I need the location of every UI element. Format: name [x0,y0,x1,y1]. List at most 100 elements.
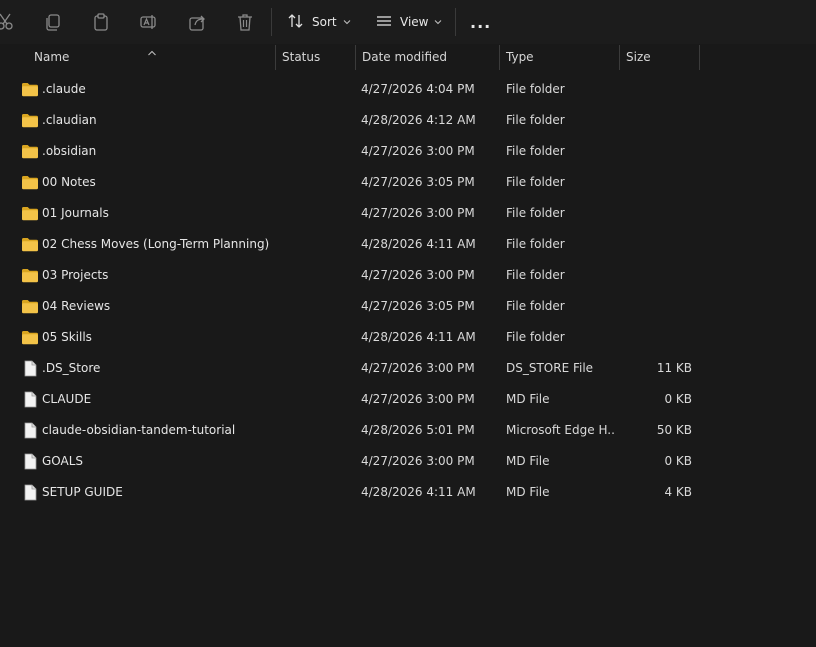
folder-row[interactable]: 03 Projects 4/27/2026 3:00 PM File folder [0,260,816,291]
folder-row[interactable]: .obsidian 4/27/2026 3:00 PM File folder [0,136,816,167]
date-modified: 4/27/2026 3:05 PM [361,299,475,313]
file-type: DS_STORE File [506,361,594,375]
folder-icon [21,236,39,253]
file-size [620,74,692,105]
file-row[interactable]: SETUP GUIDE 4/28/2026 4:11 AM MD File 4 KB [0,477,816,508]
toolbar-separator [455,8,456,36]
file-list: .claude 4/27/2026 4:04 PM File folder .clau… [0,74,816,508]
folder-row[interactable]: 00 Notes 4/27/2026 3:05 PM File folder [0,167,816,198]
column-header-status[interactable]: Status [276,44,355,70]
folder-row[interactable]: .claudian 4/28/2026 4:12 AM File folder [0,105,816,136]
file-name: CLAUDE [42,392,92,406]
file-name: .DS_Store [42,361,101,375]
file-size: 0 KB [664,392,692,406]
folder-icon [21,329,39,346]
date-modified: 4/27/2026 3:00 PM [361,206,475,220]
file-explorer-window: Sort View ... Name Status Date modified … [0,0,816,647]
file-type: File folder [506,82,565,96]
cut-icon[interactable] [0,11,16,33]
file-icon [21,484,39,501]
paste-icon[interactable] [90,11,112,33]
file-name: .claudian [42,113,97,127]
file-name: 01 Journals [42,206,109,220]
file-size: 50 KB [656,423,692,437]
folder-icon [21,298,39,315]
file-row[interactable]: claude-obsidian-tandem-tutorial 4/28/2026… [0,415,816,446]
file-size [620,229,692,260]
file-name: 03 Projects [42,268,109,282]
copy-icon[interactable] [42,11,64,33]
toolbar-separator [271,8,272,36]
file-type: MD File [506,392,550,406]
column-header-size[interactable]: Size [620,44,699,70]
folder-icon [21,267,39,284]
folder-row[interactable]: 04 Reviews 4/27/2026 3:05 PM File folder [0,291,816,322]
folder-icon [21,174,39,191]
file-row[interactable]: GOALS 4/27/2026 3:00 PM MD File 0 KB [0,446,816,477]
date-modified: 4/27/2026 3:05 PM [361,175,475,189]
file-type: File folder [506,237,565,251]
more-options-button[interactable]: ... [470,8,491,36]
date-modified: 4/27/2026 3:00 PM [361,454,475,468]
date-modified: 4/27/2026 3:00 PM [361,268,475,282]
file-type: File folder [506,144,565,158]
column-header-name[interactable]: Name [28,44,275,70]
view-button[interactable]: View [376,8,442,36]
file-size [620,322,692,353]
folder-icon [21,143,39,160]
file-size [620,167,692,198]
chevron-down-icon [343,15,351,29]
chevron-down-icon [434,15,442,29]
file-name: 02 Chess Moves (Long-Term Planning) [42,237,270,251]
date-modified: 4/28/2026 5:01 PM [361,423,475,437]
file-row[interactable]: CLAUDE 4/27/2026 3:00 PM MD File 0 KB [0,384,816,415]
file-size: 11 KB [656,361,692,375]
file-type: File folder [506,113,565,127]
folder-row[interactable]: 01 Journals 4/27/2026 3:00 PM File folder [0,198,816,229]
file-name: .claude [42,82,86,96]
sort-icon [288,13,304,32]
folder-icon [21,81,39,98]
sort-label: Sort [312,15,337,29]
file-size [620,136,692,167]
column-header-type[interactable]: Type [500,44,619,70]
share-icon[interactable] [186,11,208,33]
date-modified: 4/27/2026 3:00 PM [361,361,475,375]
delete-icon[interactable] [234,11,256,33]
file-type: File folder [506,330,565,344]
rename-icon[interactable] [138,11,160,33]
file-icon [21,391,39,408]
file-size [620,260,692,291]
file-size [620,291,692,322]
file-row[interactable]: .DS_Store 4/27/2026 3:00 PM DS_STORE File 1… [0,353,816,384]
view-label: View [400,15,429,29]
folder-row[interactable]: 05 Skills 4/28/2026 4:11 AM File folder [0,322,816,353]
file-name: 05 Skills [42,330,92,344]
sort-button[interactable]: Sort [288,8,351,36]
folder-row[interactable]: 02 Chess Moves (Long-Term Planning) 4/28/… [0,229,816,260]
file-icon [21,360,39,377]
date-modified: 4/28/2026 4:12 AM [361,113,476,127]
folder-icon [21,205,39,222]
date-modified: 4/28/2026 4:11 AM [361,485,476,499]
file-type: File folder [506,299,565,313]
file-size [620,105,692,136]
file-type: MD File [506,454,550,468]
date-modified: 4/28/2026 4:11 AM [361,330,476,344]
command-bar: Sort View ... [0,0,816,45]
column-header-date-modified[interactable]: Date modified [356,44,499,70]
more-icon: ... [470,12,492,32]
file-type: File folder [506,268,565,282]
file-name: GOALS [42,454,84,468]
file-name: claude-obsidian-tandem-tutorial [42,423,236,437]
file-type: Microsoft Edge H... [506,423,616,437]
file-icon [21,453,39,470]
date-modified: 4/27/2026 3:00 PM [361,392,475,406]
column-divider[interactable] [699,45,700,70]
folder-icon [21,112,39,129]
date-modified: 4/28/2026 4:11 AM [361,237,476,251]
file-size: 0 KB [664,454,692,468]
file-size: 4 KB [664,485,692,499]
date-modified: 4/27/2026 3:00 PM [361,144,475,158]
folder-row[interactable]: .claude 4/27/2026 4:04 PM File folder [0,74,816,105]
